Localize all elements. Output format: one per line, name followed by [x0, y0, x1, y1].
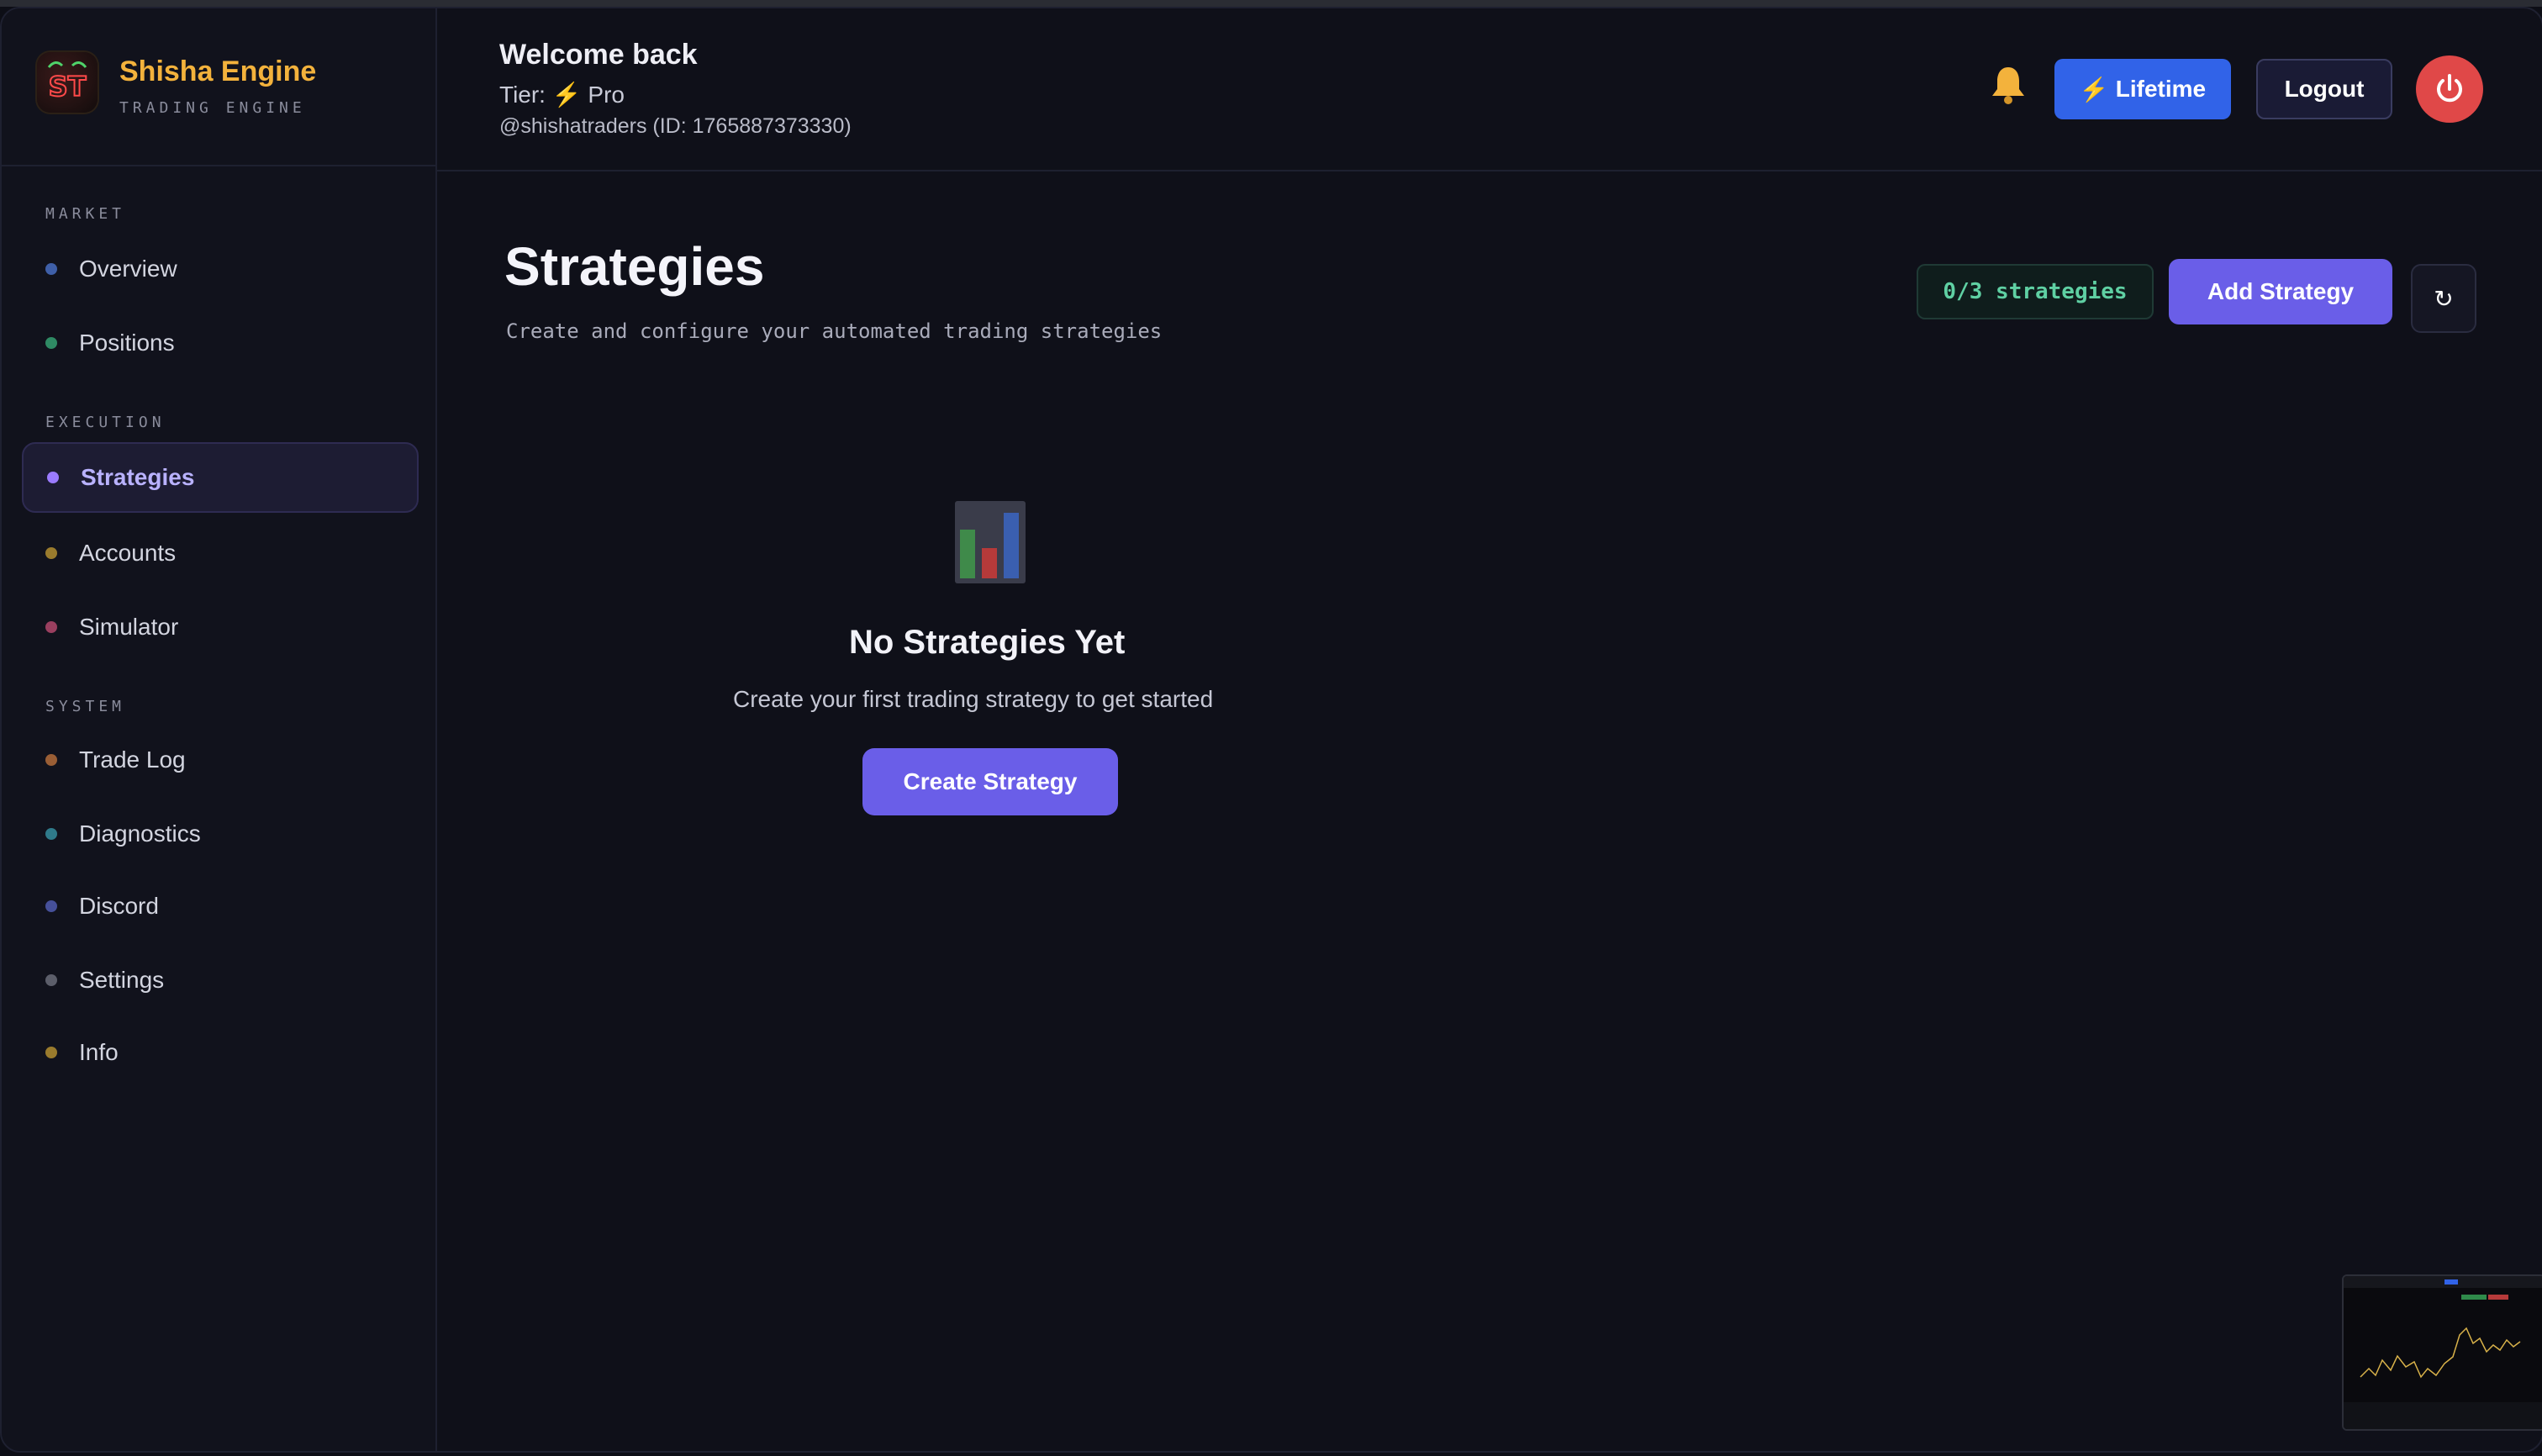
sidebar-item-label: Strategies: [81, 464, 195, 490]
brand-logo-icon: ST: [48, 61, 87, 103]
sidebar-item-label: Diagnostics: [79, 820, 201, 847]
top-header: Welcome back Tier: ⚡ Pro @shishatraders …: [437, 8, 2542, 171]
sidebar: ST Shisha Engine TRADING ENGINE MARKET O…: [2, 8, 437, 1451]
sidebar-item-diagnostics[interactable]: Diagnostics: [22, 800, 415, 868]
svg-text:ST: ST: [49, 71, 87, 103]
sidebar-item-label: Trade Log: [79, 746, 186, 773]
brand-subtitle: TRADING ENGINE: [119, 99, 306, 117]
sidebar-item-label: Info: [79, 1039, 119, 1065]
sidebar-item-positions[interactable]: Positions: [22, 309, 415, 377]
bar-chart-icon: [955, 501, 1026, 583]
brand-header: ST Shisha Engine TRADING ENGINE: [2, 8, 435, 166]
tier-name: Pro: [588, 82, 625, 108]
sidebar-item-label: Discord: [79, 893, 159, 919]
welcome-text: Welcome back: [499, 39, 698, 71]
sidebar-item-trade-log[interactable]: Trade Log: [22, 726, 415, 794]
app-window: ST Shisha Engine TRADING ENGINE MARKET O…: [0, 7, 2542, 1453]
status-dot: [45, 263, 57, 275]
create-strategy-button[interactable]: Create Strategy: [862, 748, 1118, 815]
empty-state-title: No Strategies Yet: [849, 624, 1126, 661]
status-dot: [45, 1047, 57, 1058]
lightning-icon: ⚡: [551, 82, 582, 108]
page-subtitle: Create and configure your automated trad…: [506, 319, 1163, 343]
status-dot: [45, 828, 57, 840]
sidebar-item-overview[interactable]: Overview: [22, 235, 415, 303]
sidebar-item-label: Simulator: [79, 614, 179, 640]
logout-button[interactable]: Logout: [2256, 59, 2392, 119]
status-dot: [45, 974, 57, 986]
refresh-button[interactable]: ↻: [2411, 264, 2476, 333]
power-icon: [2437, 74, 2462, 103]
power-button[interactable]: [2416, 55, 2483, 123]
section-label-market: MARKET: [45, 205, 126, 223]
sidebar-item-label: Overview: [79, 256, 177, 282]
status-dot: [47, 472, 59, 483]
sidebar-item-label: Positions: [79, 330, 175, 356]
status-dot: [45, 547, 57, 559]
chart-thumbnail[interactable]: [2342, 1274, 2542, 1431]
tier-prefix: Tier:: [499, 82, 546, 108]
strategy-count-badge: 0/3 strategies: [1917, 264, 2154, 319]
empty-state-subtitle: Create your first trading strategy to ge…: [733, 686, 1214, 712]
user-handle: @shishatraders (ID: 1765887373330): [499, 114, 852, 138]
sidebar-item-info[interactable]: Info: [22, 1019, 415, 1086]
tier-text: Tier: ⚡ Pro: [499, 81, 625, 108]
sidebar-item-settings[interactable]: Settings: [22, 947, 415, 1014]
lightning-icon: ⚡: [2079, 76, 2109, 103]
lifetime-label: Lifetime: [2115, 76, 2207, 102]
status-dot: [45, 337, 57, 349]
sidebar-item-simulator[interactable]: Simulator: [22, 593, 415, 661]
status-dot: [45, 621, 57, 633]
sidebar-item-label: Accounts: [79, 540, 177, 566]
status-dot: [45, 900, 57, 912]
lifetime-button[interactable]: ⚡ Lifetime: [2054, 59, 2231, 119]
sidebar-item-label: Settings: [79, 967, 165, 993]
brand-name: Shisha Engine: [119, 55, 317, 87]
sidebar-item-strategies[interactable]: Strategies: [22, 442, 419, 513]
section-label-system: SYSTEM: [45, 698, 126, 715]
brand-logo: ST: [37, 52, 98, 113]
bell-icon[interactable]: [1989, 64, 2028, 113]
page-title: Strategies: [504, 236, 765, 297]
add-strategy-button[interactable]: Add Strategy: [2169, 259, 2392, 324]
status-dot: [45, 754, 57, 766]
refresh-icon: ↻: [2434, 285, 2454, 312]
section-label-execution: EXECUTION: [45, 414, 166, 431]
sidebar-item-accounts[interactable]: Accounts: [22, 520, 415, 587]
sidebar-item-discord[interactable]: Discord: [22, 873, 415, 940]
window-top-strip: [0, 0, 2542, 7]
